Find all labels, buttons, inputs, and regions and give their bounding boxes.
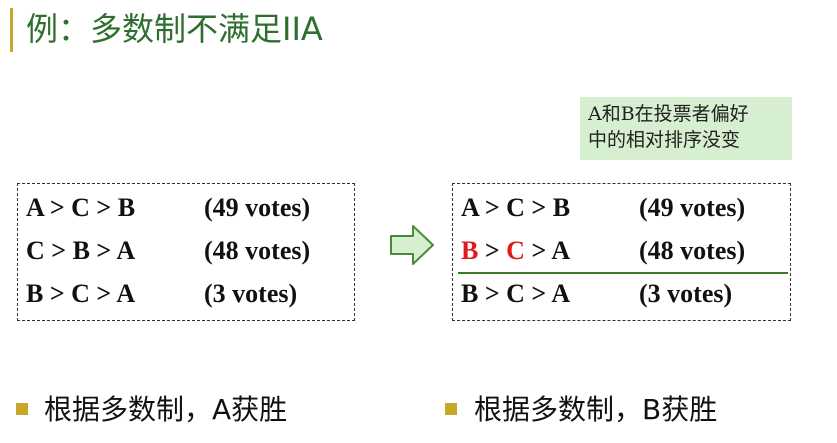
right-conclusion: 根据多数制，B获胜 — [474, 393, 718, 426]
gt-a: > A — [524, 236, 571, 265]
right-row-3-pref: B > C > A — [461, 279, 571, 308]
left-row-1-votes: (49 votes) — [204, 193, 311, 222]
right-row-2-pref: B > C > A — [461, 231, 639, 271]
left-row-3-pref: B > C > A — [26, 279, 136, 308]
note-line-2: 中的相对排序没变 — [588, 129, 741, 151]
highlight-c: C — [506, 236, 525, 265]
right-preference-panel: A > C > B (49 votes) B > C > A (48 votes) … — [452, 183, 791, 321]
right-row-3: B > C > A (3 votes) — [461, 274, 732, 314]
left-conclusion: 根据多数制，A获胜 — [44, 393, 288, 426]
left-row-1: A > C > B (49 votes) — [26, 188, 310, 228]
left-row-2-votes: (48 votes) — [204, 236, 311, 265]
page-title: 例：多数制不满足IIA — [26, 10, 323, 48]
left-row-2: C > B > A (48 votes) — [26, 231, 310, 271]
note-line-1: A和B在投票者偏好 — [588, 103, 749, 125]
right-arrow-icon — [390, 225, 434, 265]
left-row-3-votes: (3 votes) — [204, 279, 298, 308]
highlight-b: B — [461, 236, 479, 265]
left-row-1-pref: A > C > B — [26, 193, 136, 222]
note-box: A和B在投票者偏好 中的相对排序没变 — [580, 97, 792, 160]
left-preference-panel: A > C > B (49 votes) C > B > A (48 votes) … — [17, 183, 355, 321]
right-row-2-votes: (48 votes) — [639, 236, 746, 265]
left-row-2-pref: C > B > A — [26, 236, 136, 265]
right-row-2: B > C > A (48 votes) — [461, 231, 745, 271]
bullet-square-icon — [16, 403, 28, 415]
bullet-square-icon — [445, 403, 457, 415]
left-row-3: B > C > A (3 votes) — [26, 274, 297, 314]
right-row-3-votes: (3 votes) — [639, 279, 733, 308]
right-row-1-pref: A > C > B — [461, 193, 571, 222]
title-accent-bar — [10, 8, 13, 52]
gt-sign-1: > — [478, 236, 507, 265]
right-row-1: A > C > B (49 votes) — [461, 188, 745, 228]
right-row-1-votes: (49 votes) — [639, 193, 746, 222]
